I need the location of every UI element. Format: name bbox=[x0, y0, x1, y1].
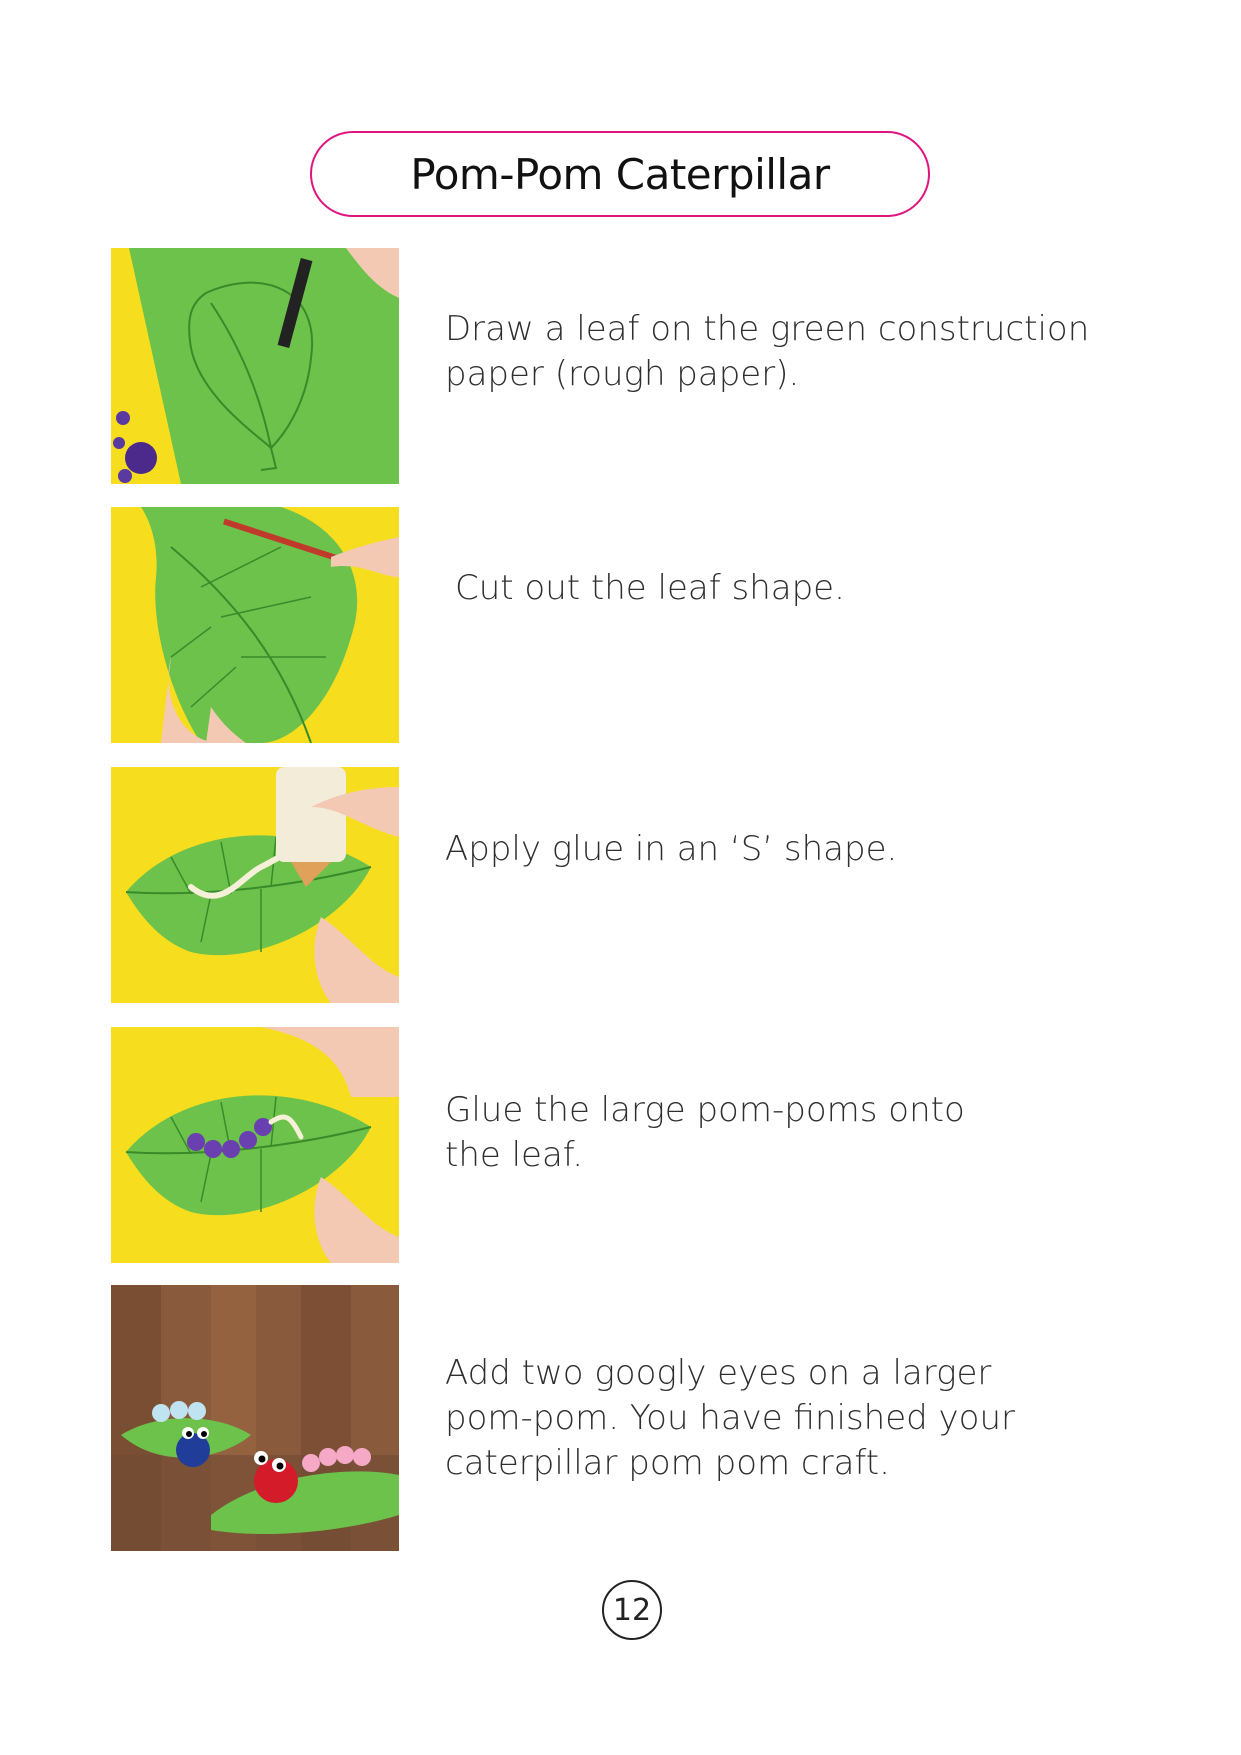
page-title: Pom-Pom Caterpillar bbox=[410, 149, 830, 199]
step-1-photo bbox=[111, 248, 399, 484]
step-5-photo bbox=[111, 1285, 399, 1551]
step-4-text: Glue the large pom-poms onto the leaf. bbox=[445, 1090, 965, 1175]
step-4-photo bbox=[111, 1027, 399, 1263]
page-number: 12 bbox=[602, 1580, 662, 1640]
step-1-text: Draw a leaf on the green construction pa… bbox=[445, 309, 1090, 394]
step-2-text: Cut out the leaf shape. bbox=[455, 568, 845, 608]
step-3-text: Apply glue in an ‘S’ shape. bbox=[445, 829, 898, 869]
step-5-text: Add two googly eyes on a larger pom-pom.… bbox=[445, 1353, 1015, 1483]
title-banner: Pom-Pom Caterpillar bbox=[310, 131, 930, 217]
step-3-photo bbox=[111, 767, 399, 1003]
step-2-photo bbox=[111, 507, 399, 743]
